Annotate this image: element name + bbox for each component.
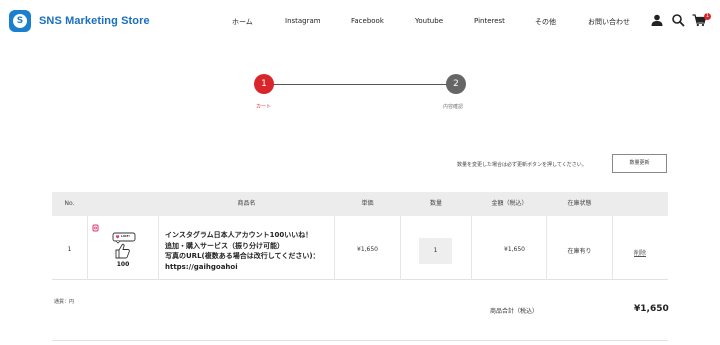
step-1-label: カート	[256, 104, 272, 110]
table-header: No. 商品名 単価 数量 金額（税込） 在庫状態	[52, 192, 668, 216]
nav-instagram[interactable]: Instagram	[285, 17, 321, 25]
logo-icon: S	[9, 10, 31, 32]
col-unit-price: 単価	[361, 200, 374, 207]
product-name[interactable]: インスタグラム日本人アカウント100いいね！ 追加・購入サービス（振り分け可能）…	[165, 230, 340, 272]
search-icon[interactable]	[671, 13, 685, 27]
nav-other[interactable]: その他	[535, 17, 556, 27]
site-header: S SNS Marketing Store ホーム Instagram Face…	[0, 0, 720, 42]
nav-contact[interactable]: お問い合わせ	[588, 17, 630, 27]
update-quantity-button[interactable]: 数量更新	[612, 154, 667, 173]
quantity-input[interactable]: 1	[419, 238, 452, 264]
product-name-line: https://gaihgoahoi	[165, 262, 238, 271]
cart-count-badge: 1	[704, 13, 711, 20]
thumbnail-number: 100	[116, 261, 130, 268]
item-amount: ¥1,650	[504, 246, 525, 253]
stock-status: 在庫有り	[567, 248, 592, 255]
product-thumbnail[interactable]: 100 LIKE!	[92, 221, 154, 275]
subtotal-value: ¥1,650	[634, 304, 669, 314]
step-connector	[264, 84, 456, 85]
step-1-circle: 1	[254, 74, 274, 94]
product-name-line: インスタグラム日本人アカウント100いいね！	[165, 231, 313, 239]
currency-note: 通貨：円	[54, 299, 75, 305]
nav-youtube[interactable]: Youtube	[415, 17, 443, 25]
item-no: 1	[67, 246, 72, 253]
col-amount: 金額（税込）	[491, 200, 528, 207]
step-2-label: 内容確認	[443, 104, 464, 110]
divider	[52, 340, 668, 341]
subtotal-label: 商品合計（税込）	[490, 308, 539, 315]
col-stock: 在庫状態	[567, 200, 592, 207]
nav-pinterest[interactable]: Pinterest	[474, 17, 505, 25]
col-quantity: 数量	[429, 200, 442, 207]
product-name-line: 写真のURL(複数ある場合は改行してください)：	[165, 252, 320, 260]
table-row: 1 100 LIKE! インスタグラム日本人アカウント100いいね！ 追加・購入…	[52, 216, 668, 280]
logo-text: SNS Marketing Store	[39, 15, 150, 27]
thumbnail-badge: LIKE!	[121, 234, 130, 238]
step-2-circle: 2	[446, 74, 466, 94]
nav-home[interactable]: ホーム	[232, 17, 253, 27]
delete-link[interactable]: 削除	[634, 248, 646, 257]
site-logo[interactable]: S SNS Marketing Store	[9, 10, 150, 32]
product-name-line: 追加・購入サービス（振り分け可能）	[165, 241, 284, 250]
unit-price: ¥1,650	[357, 246, 378, 253]
user-icon[interactable]	[650, 13, 664, 27]
quantity-notice: 数量を変更した場合は必ず更新ボタンを押してください。	[457, 162, 587, 168]
col-no: No.	[64, 200, 75, 207]
col-product-name: 商品名	[237, 200, 256, 207]
logo-letter: S	[13, 14, 27, 28]
nav-facebook[interactable]: Facebook	[351, 17, 384, 25]
